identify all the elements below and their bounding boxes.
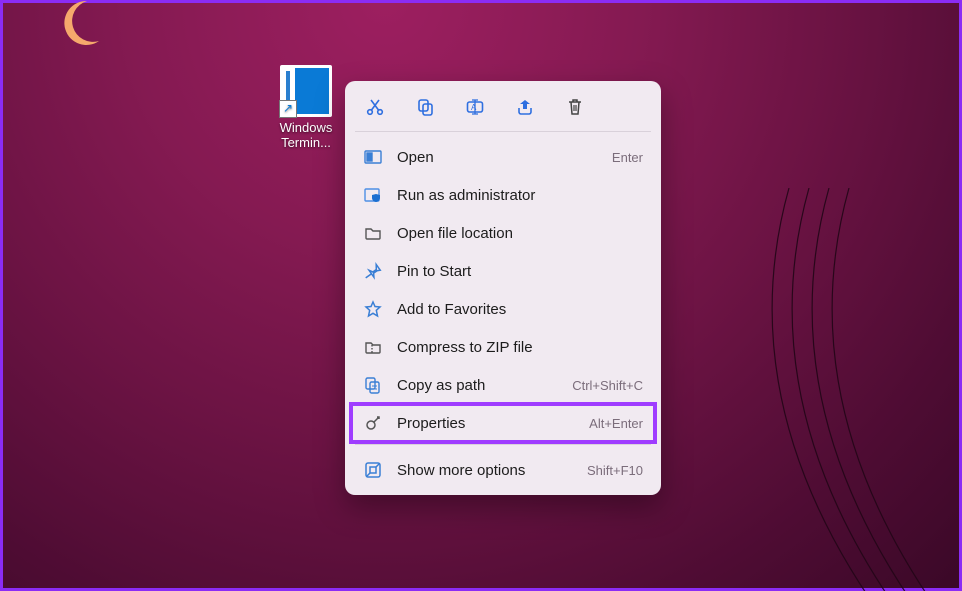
menu-shortcut: Shift+F10 bbox=[587, 463, 643, 478]
menu-item-copy-as-path[interactable]: Copy as path Ctrl+Shift+C bbox=[351, 366, 655, 404]
menu-shortcut: Ctrl+Shift+C bbox=[572, 378, 643, 393]
copy-icon bbox=[415, 97, 435, 117]
menu-divider bbox=[355, 444, 651, 445]
more-options-icon bbox=[363, 460, 383, 480]
star-icon bbox=[363, 299, 383, 319]
menu-item-open-file-location[interactable]: Open file location bbox=[351, 214, 655, 252]
moon-decoration bbox=[53, 0, 103, 47]
context-menu-toolbar: A bbox=[351, 87, 655, 129]
cut-icon bbox=[365, 97, 385, 117]
menu-item-compress-to-zip[interactable]: Compress to ZIP file bbox=[351, 328, 655, 366]
svg-text:A: A bbox=[471, 103, 477, 112]
menu-item-open[interactable]: Open Enter bbox=[351, 138, 655, 176]
shortcut-arrow-overlay: ↗ bbox=[279, 100, 297, 118]
share-icon bbox=[515, 97, 535, 117]
folder-icon bbox=[363, 223, 383, 243]
copy-button[interactable] bbox=[413, 95, 437, 119]
menu-item-add-to-favorites[interactable]: Add to Favorites bbox=[351, 290, 655, 328]
menu-label: Show more options bbox=[397, 462, 573, 479]
menu-label: Copy as path bbox=[397, 377, 558, 394]
menu-label: Open file location bbox=[397, 225, 643, 242]
menu-item-properties[interactable]: Properties Alt+Enter bbox=[351, 404, 655, 442]
properties-icon bbox=[363, 413, 383, 433]
rename-button[interactable]: A bbox=[463, 95, 487, 119]
delete-button[interactable] bbox=[563, 95, 587, 119]
menu-label: Compress to ZIP file bbox=[397, 339, 643, 356]
desktop-shortcut-windows-terminal[interactable]: ↗ Windows Termin... bbox=[270, 65, 342, 151]
wallpaper-curves bbox=[639, 188, 962, 591]
menu-shortcut: Enter bbox=[612, 150, 643, 165]
menu-label: Add to Favorites bbox=[397, 301, 643, 318]
cut-button[interactable] bbox=[363, 95, 387, 119]
share-button[interactable] bbox=[513, 95, 537, 119]
menu-label: Pin to Start bbox=[397, 263, 643, 280]
menu-item-show-more-options[interactable]: Show more options Shift+F10 bbox=[351, 451, 655, 489]
zip-icon bbox=[363, 337, 383, 357]
menu-divider bbox=[355, 131, 651, 132]
shortcut-label: Windows Termin... bbox=[270, 121, 342, 151]
open-icon bbox=[363, 147, 383, 167]
menu-item-pin-to-start[interactable]: Pin to Start bbox=[351, 252, 655, 290]
menu-shortcut: Alt+Enter bbox=[589, 416, 643, 431]
delete-icon bbox=[565, 97, 585, 117]
context-menu: A Open Enter Run as administrator bbox=[345, 81, 661, 495]
rename-icon: A bbox=[465, 97, 485, 117]
admin-shield-icon bbox=[363, 185, 383, 205]
copy-path-icon bbox=[363, 375, 383, 395]
menu-item-run-as-administrator[interactable]: Run as administrator bbox=[351, 176, 655, 214]
menu-label: Properties bbox=[397, 415, 575, 432]
menu-label: Run as administrator bbox=[397, 187, 643, 204]
pin-icon bbox=[363, 261, 383, 281]
shortcut-icon-image: ↗ bbox=[280, 65, 332, 117]
menu-label: Open bbox=[397, 149, 598, 166]
